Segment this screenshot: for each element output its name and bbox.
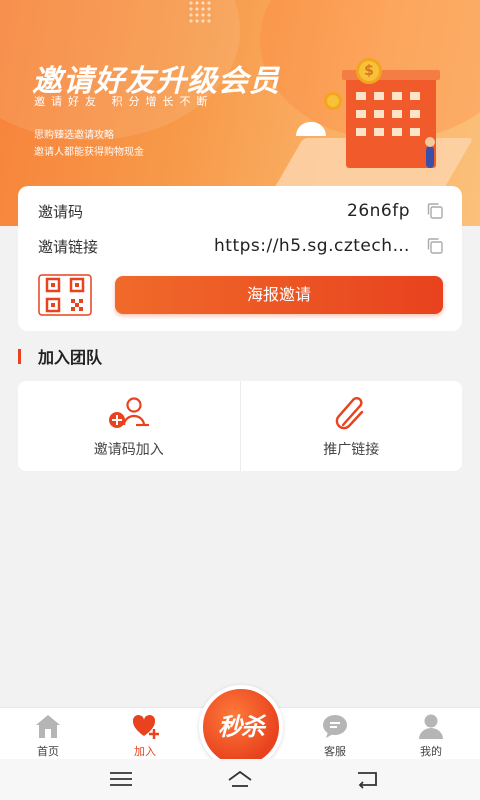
section-title: 加入团队 xyxy=(38,348,103,367)
promo-link-label: 推广链接 xyxy=(323,442,380,458)
invite-card: 邀请码 26n6fp 邀请链接 https://h5.sg.cztech… 海报… xyxy=(18,186,462,331)
tab-join-label: 加入 xyxy=(134,745,156,758)
invite-link-row: 邀请链接 https://h5.sg.cztech… xyxy=(38,235,444,257)
invite-code-row: 邀请码 26n6fp xyxy=(38,200,444,222)
tab-service-label: 客服 xyxy=(324,745,346,758)
banner-strategy-text: 思购臻选邀请攻略 xyxy=(34,130,114,141)
building-illustration xyxy=(342,70,440,168)
section-accent-bar xyxy=(18,348,21,364)
join-by-code-label: 邀请码加入 xyxy=(93,442,164,458)
back-icon[interactable] xyxy=(352,767,382,791)
tab-join[interactable]: 加入 xyxy=(115,712,175,758)
tab-mine-label: 我的 xyxy=(420,745,442,758)
banner-subtitle: 邀请好友 积分增长不断 xyxy=(34,95,214,108)
tab-home-label: 首页 xyxy=(37,745,59,758)
home-icon xyxy=(36,715,60,738)
user-icon xyxy=(419,714,443,739)
person-illustration xyxy=(425,137,435,168)
invite-code-label: 邀请码 xyxy=(38,202,84,221)
tab-service[interactable]: 客服 xyxy=(305,712,365,758)
add-user-icon xyxy=(108,397,149,428)
invite-code-value: 26n6fp xyxy=(347,201,410,221)
menu-icon[interactable] xyxy=(106,767,136,791)
invite-link-label: 邀请链接 xyxy=(38,237,99,256)
home-nav-icon[interactable] xyxy=(225,767,255,791)
invite-link-value: https://h5.sg.cztech… xyxy=(214,236,410,256)
shopping-illustration: $ xyxy=(268,48,474,198)
chat-bubble-icon xyxy=(323,715,347,738)
tab-mine[interactable]: 我的 xyxy=(401,712,461,758)
banner-reward-text: 邀请人都能获得购物现金 xyxy=(34,147,144,158)
heart-plus-icon xyxy=(132,714,159,739)
paperclip-icon xyxy=(336,396,364,430)
promo-link-button[interactable]: 推广链接 xyxy=(239,381,463,471)
coin-icon xyxy=(324,92,342,110)
join-team-header: 加入团队 xyxy=(18,345,102,367)
banner-dots-decoration xyxy=(188,0,212,24)
seckill-button[interactable]: 秒杀 xyxy=(199,685,283,769)
qr-code-icon[interactable] xyxy=(38,274,92,316)
copy-icon[interactable] xyxy=(426,202,444,220)
poster-invite-button[interactable]: 海报邀请 xyxy=(115,276,443,314)
join-team-card: 邀请码加入 推广链接 xyxy=(18,381,462,471)
system-nav-bar xyxy=(0,759,480,800)
copy-icon[interactable] xyxy=(426,237,444,255)
tab-home[interactable]: 首页 xyxy=(18,712,78,758)
coin-icon: $ xyxy=(356,58,382,84)
umbrella-illustration xyxy=(296,122,326,136)
join-by-code-button[interactable]: 邀请码加入 xyxy=(18,381,240,471)
